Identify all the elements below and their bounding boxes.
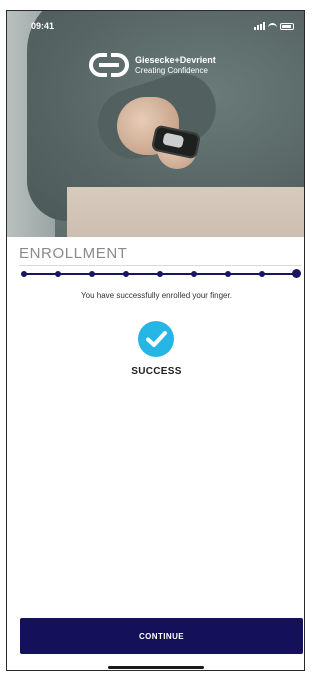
brand-logo: Giesecke+Devrient Creating Confidence	[89, 51, 216, 79]
brand-name: Giesecke+Devrient	[135, 55, 216, 66]
page-title: ENROLLMENT	[19, 245, 128, 262]
status-time: 09:41	[31, 21, 55, 31]
success-message: You have successfully enrolled your fing…	[81, 291, 232, 300]
title-divider	[19, 265, 302, 266]
stepper-dot	[21, 271, 27, 277]
continue-button[interactable]: CONTINUE	[20, 618, 303, 654]
status-label: SUCCESS	[131, 366, 182, 377]
stepper-dot	[89, 271, 95, 277]
gd-logo-icon	[89, 53, 129, 77]
brand-text: Giesecke+Devrient Creating Confidence	[135, 55, 216, 75]
stepper-dot	[157, 271, 163, 277]
status-icons	[254, 22, 294, 30]
signal-icon	[254, 22, 265, 30]
stepper-dot	[55, 271, 61, 277]
stepper-dot	[123, 271, 129, 277]
home-indicator[interactable]	[108, 666, 204, 669]
stepper-dot	[191, 271, 197, 277]
stepper-dot	[225, 271, 231, 277]
progress-stepper	[21, 268, 301, 280]
wifi-icon	[268, 22, 277, 30]
stepper-dot	[291, 269, 301, 278]
check-circle-icon	[138, 321, 174, 357]
battery-icon	[280, 22, 294, 30]
stepper-dot	[259, 271, 265, 277]
hero-image: 09:41 Giesecke+Devrient Creating Confide…	[7, 11, 304, 237]
brand-tagline: Creating Confidence	[135, 65, 208, 75]
phone-screen: 09:41 Giesecke+Devrient Creating Confide…	[6, 10, 305, 671]
hero-trousers	[67, 187, 304, 237]
